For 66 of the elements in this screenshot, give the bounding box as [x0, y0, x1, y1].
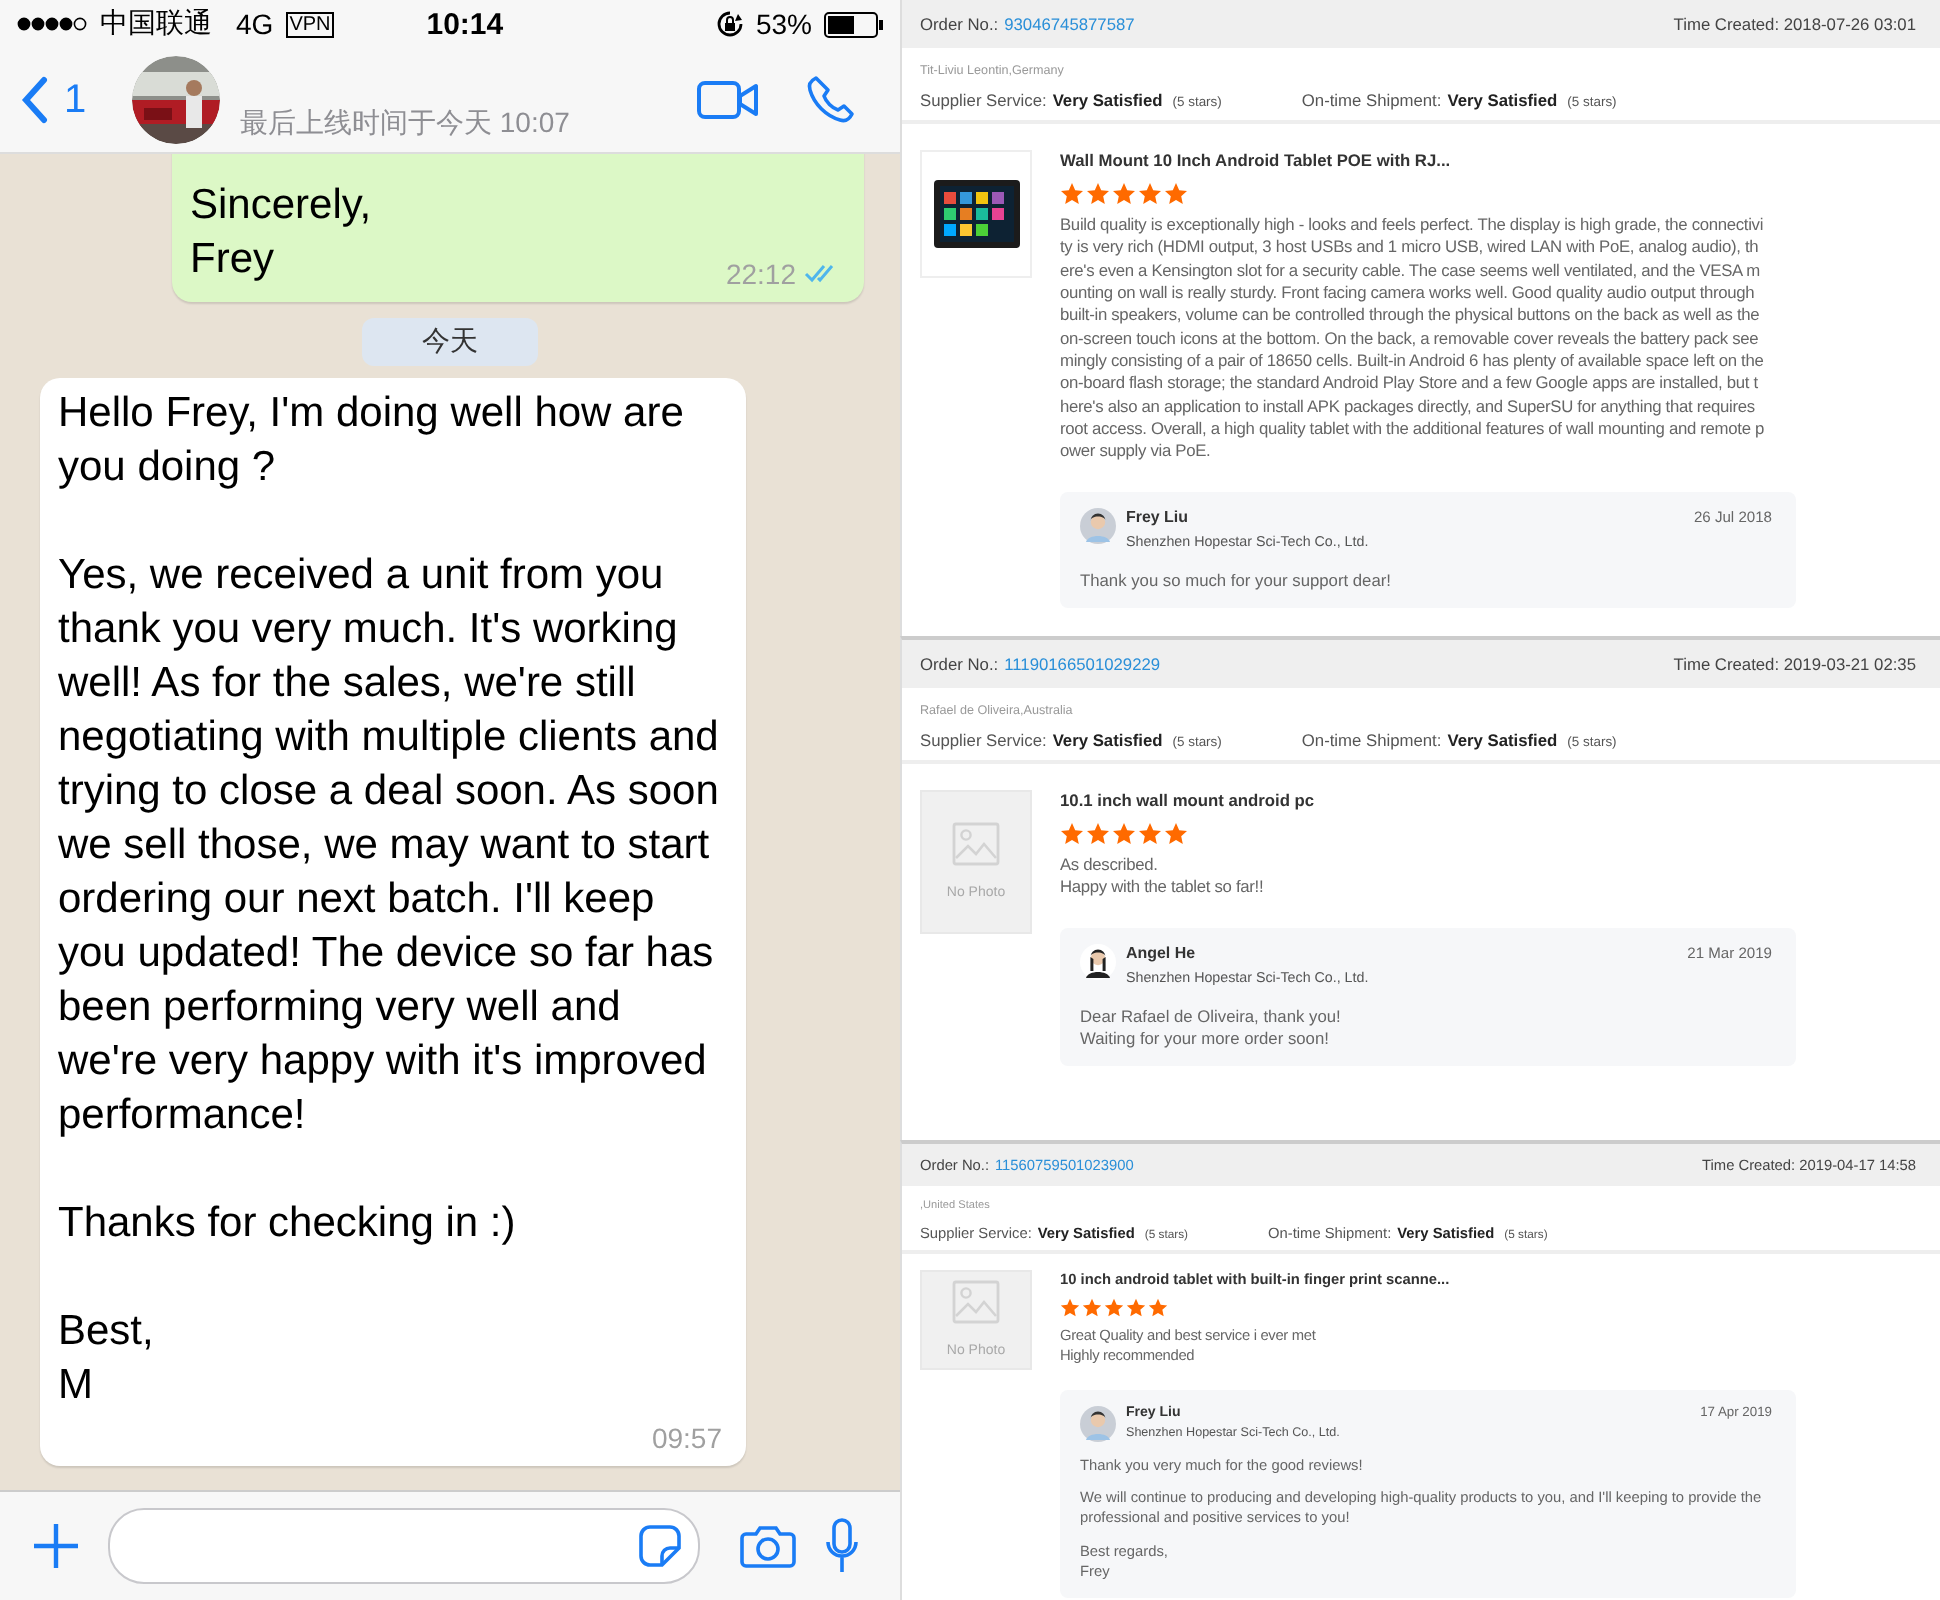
image-icon [952, 822, 1000, 867]
star-icon [1164, 181, 1188, 206]
camera-icon[interactable] [740, 1522, 796, 1570]
network-type: 4G [236, 8, 274, 40]
star-icon [1138, 181, 1162, 206]
star-icon [1138, 821, 1162, 846]
message-text: Yes, we received a unit from you thank you very much. It's working well! As for the sales, we're still negotiating with multiple clients and trying to close a deal soon. As soon we sell those, we may want to start ordering our next batch. I'll keep you updated! The device so far has been performing very well and we're very happy with it's improved performance! [58, 550, 721, 1142]
rating-value: Very Satisfied [1052, 90, 1163, 111]
message-input-field[interactable] [108, 1508, 700, 1584]
message-time: 09:57 [651, 1422, 722, 1454]
review-text: As described. Happy with the tablet so far!! [1060, 854, 1266, 900]
vpn-indicator: VPN [285, 11, 335, 37]
clock-time: 10:14 [426, 7, 504, 41]
star-icon [1060, 181, 1084, 206]
star-icon [1104, 1297, 1124, 1318]
review-text: Build quality is exceptionally high - looks and feels perfect. The display is high grade, the connectivity is very rich (HDMI output, 3 host USBs and 1 micro USB, wired LAN with PoE, analog audio), there's even a Kensington slot for a security cable. The case seems well ventilated, and the VESA mounting on wall is really sturdy. Front facing camera works well. Good quality audio output through built-in speakers, volume can be controlled through the physical buttons on the back as well as the on-screen touch icons at the bottom. On the back, a removable cover reveals the battery pack seemingly consisting of a pair of 18650 cells. Built-in Android 6 has plenty of available space left on the on-board flash storage; the standard Android Play Store and a few Google apps are installed, but there's also an application to install APK packages directly, and SuperSU for anything that requires root access. Overall, a high quality tablet with the additional features of wall mounting and remote power supply via PoE. [1060, 214, 1764, 464]
rotation-lock-icon [715, 10, 744, 38]
message-text: Best, M [58, 1306, 154, 1412]
star-icon [1164, 821, 1188, 846]
star-icon [1060, 821, 1084, 846]
star-icon [1112, 821, 1136, 846]
message-text: Sincerely, Frey [190, 180, 372, 286]
reply-text: Thank you so much for your support dear! [1080, 569, 1393, 593]
phone-icon[interactable] [804, 74, 856, 126]
message-text: Thanks for checking in :) [58, 1198, 516, 1250]
order-label: Order No.: [920, 14, 999, 35]
signal-icon [16, 14, 88, 34]
rating-label: Supplier Service: [920, 730, 1047, 751]
star-icon [1126, 1297, 1146, 1318]
plus-icon[interactable] [32, 1522, 80, 1570]
rating-label: Supplier Service: [920, 90, 1047, 111]
rating-value: Very Satisfied [1052, 730, 1163, 751]
sticker-icon[interactable] [638, 1524, 682, 1568]
star-icon [1086, 181, 1110, 206]
avatar-icon [1080, 943, 1116, 980]
image-icon [952, 1280, 1000, 1325]
product-title: Wall Mount 10 Inch Android Tablet POE with RJ... [1060, 149, 1453, 170]
order-number-link[interactable]: 11190166501029229 [1004, 654, 1161, 675]
carrier-name: 中国联通 [100, 6, 212, 42]
message-text: Hello Frey, I'm doing well how are you doing ? [58, 388, 686, 494]
last-seen-text: 最后上线时间于今天 10:07 [240, 106, 572, 142]
star-icon [1112, 181, 1136, 206]
battery-icon [824, 11, 884, 37]
rating-label: On-time Shipment: [1301, 90, 1442, 111]
rating-label: On-time Shipment: [1301, 730, 1442, 751]
battery-percent: 53% [755, 8, 812, 40]
avatar-icon [1080, 1406, 1116, 1443]
order-label: Order No.: [920, 654, 999, 675]
back-button[interactable]: 1 [20, 76, 132, 124]
time-created: Time Created: 2018-07-26 03:01 [1673, 14, 1916, 35]
rating-value: Very Satisfied [1447, 730, 1558, 751]
product-title: 10.1 inch wall mount android pc [1060, 789, 1317, 810]
rating-value: Very Satisfied [1447, 90, 1558, 111]
microphone-icon[interactable] [824, 1518, 860, 1574]
star-icon [1060, 1297, 1080, 1318]
avatar-icon [1080, 508, 1116, 545]
reply-text: Dear Rafael de Oliveira, thank you! Waiting for your more order soon! [1080, 1005, 1343, 1051]
message-time: 22:12 [725, 258, 796, 290]
back-chevron-icon [20, 76, 48, 124]
order-number-link[interactable]: 93046745877587 [1004, 14, 1135, 35]
star-icon [1082, 1297, 1102, 1318]
video-call-icon[interactable] [696, 78, 760, 122]
time-created: Time Created: 2019-03-21 02:35 [1673, 654, 1916, 675]
star-icon [1086, 821, 1110, 846]
star-icon [1148, 1297, 1168, 1318]
date-label: 今天 [362, 318, 538, 366]
